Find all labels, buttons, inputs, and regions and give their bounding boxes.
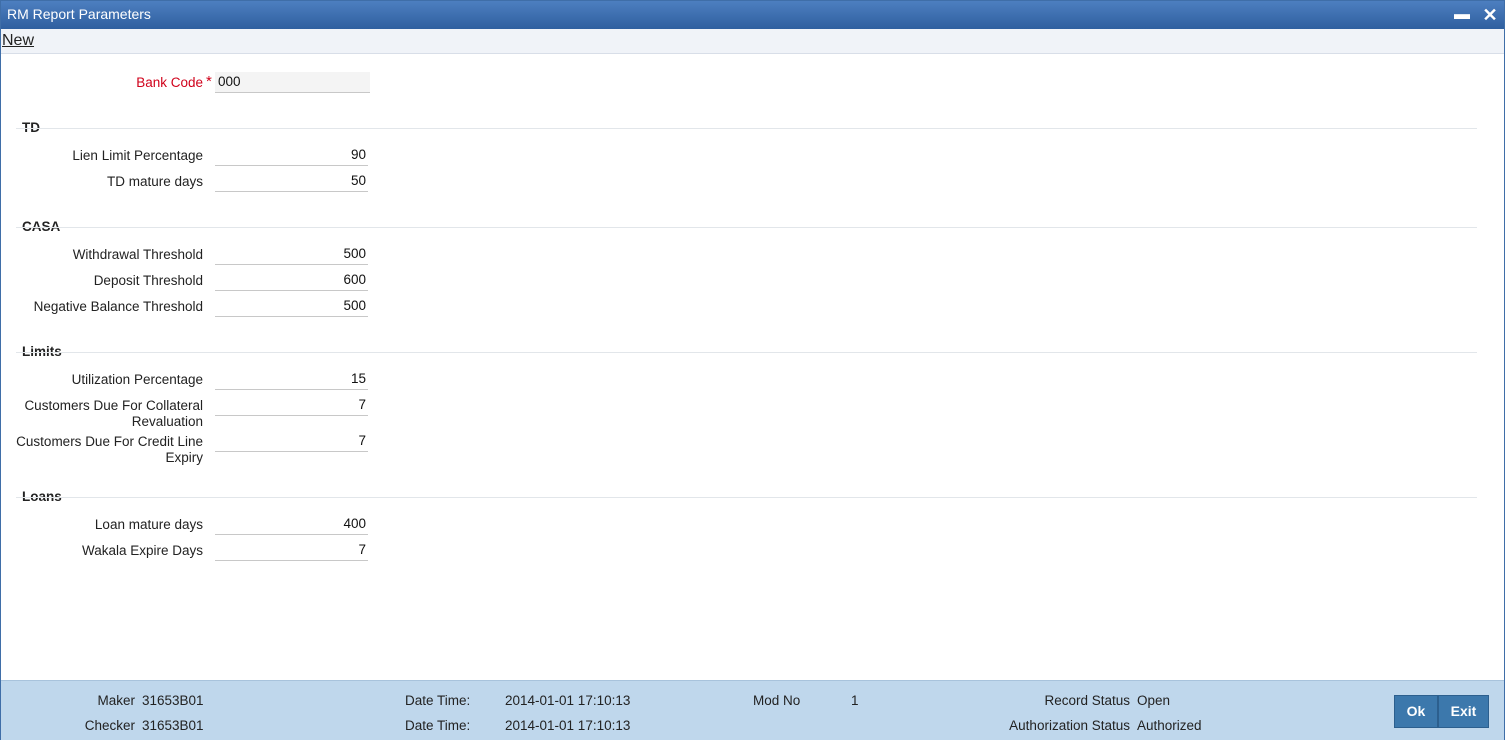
ok-button[interactable]: Ok bbox=[1394, 695, 1438, 728]
maker-value: 31653B01 bbox=[142, 693, 204, 708]
utilization-percentage-field[interactable]: 15 bbox=[215, 369, 368, 390]
withdrawal-threshold-label: Withdrawal Threshold bbox=[72, 247, 203, 262]
mod-no-label: Mod No bbox=[753, 693, 801, 708]
minimize-icon[interactable]: ▬ bbox=[1451, 4, 1473, 26]
section-divider bbox=[16, 227, 1477, 228]
deposit-threshold-label: Deposit Threshold bbox=[93, 273, 203, 288]
checker-value: 31653B01 bbox=[142, 718, 204, 733]
td-mature-days-label: TD mature days bbox=[106, 174, 203, 189]
record-status-label: Record Status bbox=[1044, 693, 1130, 708]
window-title: RM Report Parameters bbox=[7, 6, 151, 22]
wakala-expire-days-field[interactable]: 7 bbox=[215, 540, 368, 561]
section-divider bbox=[16, 497, 1477, 498]
negative-balance-threshold-field[interactable]: 500 bbox=[215, 296, 368, 317]
close-icon[interactable]: ✕ bbox=[1479, 4, 1501, 26]
authorization-status-value: Authorized bbox=[1137, 718, 1202, 733]
lien-limit-percentage-field[interactable]: 90 bbox=[215, 145, 368, 166]
record-status-value: Open bbox=[1137, 693, 1171, 708]
checker-label: Checker bbox=[84, 718, 135, 733]
audit-footer: Maker 31653B01 Checker 31653B01 Date Tim… bbox=[1, 680, 1504, 740]
title-bar: RM Report Parameters ▬ ✕ bbox=[1, 1, 1504, 29]
collateral-revaluation-field[interactable]: 7 bbox=[215, 395, 368, 416]
collateral-revaluation-label-line2: Revaluation bbox=[131, 414, 203, 429]
loan-mature-days-field[interactable]: 400 bbox=[215, 514, 368, 535]
td-mature-days-field[interactable]: 50 bbox=[215, 171, 368, 192]
checker-datetime-label: Date Time: bbox=[405, 718, 471, 733]
deposit-threshold-field[interactable]: 600 bbox=[215, 270, 368, 291]
collateral-revaluation-label-line1: Customers Due For Collateral bbox=[24, 398, 203, 413]
utilization-percentage-label: Utilization Percentage bbox=[71, 372, 203, 387]
checker-datetime-value: 2014-01-01 17:10:13 bbox=[505, 718, 631, 733]
exit-button[interactable]: Exit bbox=[1438, 695, 1489, 728]
section-divider bbox=[16, 352, 1477, 353]
authorization-status-label: Authorization Status bbox=[1009, 718, 1130, 733]
menu-bar: New bbox=[1, 29, 1504, 54]
maker-datetime-label: Date Time: bbox=[405, 693, 471, 708]
mod-no-value: 1 bbox=[851, 693, 859, 708]
vertical-scrollbar[interactable] bbox=[1486, 55, 1504, 680]
bank-code-label: Bank Code bbox=[136, 75, 203, 90]
rm-report-parameters-window: RM Report Parameters ▬ ✕ New Bank Code *… bbox=[0, 0, 1505, 740]
new-link[interactable]: New bbox=[2, 32, 34, 50]
bank-code-field[interactable]: 000 bbox=[215, 72, 370, 93]
wakala-expire-days-label: Wakala Expire Days bbox=[81, 543, 203, 558]
required-marker: * bbox=[206, 73, 212, 90]
negative-balance-threshold-label: Negative Balance Threshold bbox=[33, 299, 203, 314]
loan-mature-days-label: Loan mature days bbox=[94, 517, 203, 532]
maker-label: Maker bbox=[97, 693, 135, 708]
credit-line-expiry-label-line1: Customers Due For Credit Line bbox=[16, 434, 203, 449]
credit-line-expiry-field[interactable]: 7 bbox=[215, 431, 368, 452]
maker-datetime-value: 2014-01-01 17:10:13 bbox=[505, 693, 631, 708]
lien-limit-percentage-label: Lien Limit Percentage bbox=[72, 148, 203, 163]
section-divider bbox=[16, 128, 1477, 129]
credit-line-expiry-label-line2: Expiry bbox=[165, 450, 203, 465]
withdrawal-threshold-field[interactable]: 500 bbox=[215, 244, 368, 265]
